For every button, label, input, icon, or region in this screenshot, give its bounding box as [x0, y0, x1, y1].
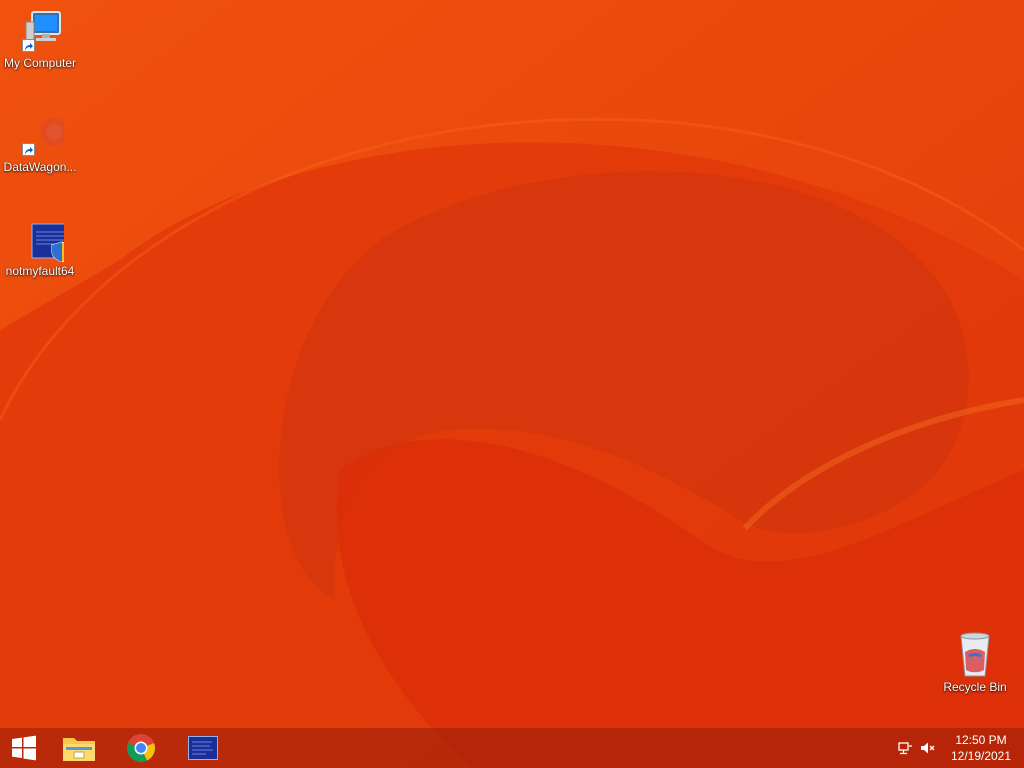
speaker-muted-icon[interactable]: [916, 728, 938, 768]
taskbar-file-explorer[interactable]: [48, 728, 110, 768]
taskbar-chrome[interactable]: [110, 728, 172, 768]
icon-label: notmyfault64: [5, 264, 75, 278]
start-button[interactable]: [0, 728, 48, 768]
clock-date: 12/19/2021: [950, 749, 1012, 763]
file-explorer-icon: [63, 738, 95, 761]
taskbar-notmyfault[interactable]: [172, 728, 234, 768]
shortcut-arrow-icon: [22, 143, 35, 156]
clock-time: 12:50 PM: [955, 733, 1007, 747]
desktop-icon-my-computer[interactable]: My Computer: [0, 6, 80, 70]
computer-icon: [16, 6, 64, 54]
icon-label: DataWagon...: [3, 160, 77, 174]
wallpaper: [0, 0, 1024, 768]
icon-label: My Computer: [3, 56, 77, 70]
chrome-icon: [127, 734, 156, 762]
clock[interactable]: 12:50 PM 12/19/2021: [938, 728, 1024, 768]
desktop-icon-notmyfault64[interactable]: notmyfault64: [0, 214, 80, 278]
system-tray: 12:50 PM 12/19/2021: [894, 728, 1024, 768]
notmyfault-app-icon: [188, 736, 218, 760]
datawagon-icon: [16, 110, 68, 158]
desktop[interactable]: My Computer DataWagon... notmyfault64 Re…: [0, 0, 1024, 768]
windows-logo-icon: [12, 735, 36, 761]
notmyfault-icon: [16, 214, 77, 263]
desktop-icon-datawagon[interactable]: DataWagon...: [0, 110, 80, 174]
recycle-bin-icon: [951, 630, 999, 678]
desktop-icon-recycle-bin[interactable]: Recycle Bin: [935, 630, 1015, 694]
shortcut-arrow-icon: [22, 39, 35, 52]
taskbar: 12:50 PM 12/19/2021: [0, 728, 1024, 768]
network-icon[interactable]: [894, 728, 916, 768]
icon-label: Recycle Bin: [943, 680, 1007, 694]
